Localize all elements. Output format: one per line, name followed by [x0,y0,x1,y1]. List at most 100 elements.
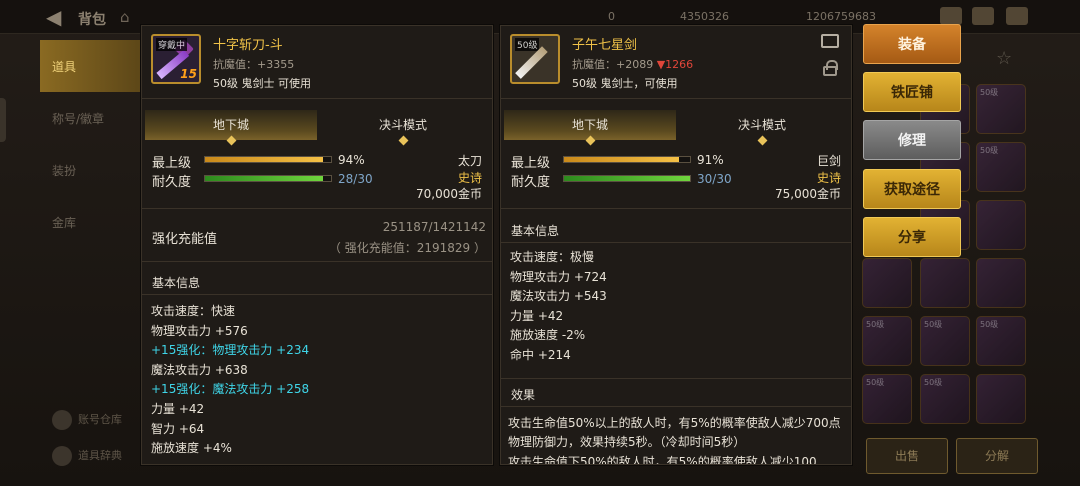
tab-avatar[interactable]: 装扮 [40,144,140,196]
tab-dungeon[interactable]: 地下城 [504,110,676,146]
enhance-value: 251187/1421142 [382,220,486,234]
favorite-star-icon[interactable]: ☆ [996,48,1012,69]
chat-icon[interactable] [1006,7,1028,25]
inventory-slot[interactable]: 50级 [920,374,970,424]
mail-icon[interactable] [940,7,962,25]
requirement-text: 50级 鬼剑士 可使用 [213,77,311,90]
basic-info-title: 基本信息 [511,224,560,238]
effect-text-continued: 攻击生命值下50%的敌人时，有5%的概率使敌人减少100 [508,455,817,465]
item-dictionary-label: 道具辞典 [78,449,122,462]
stats-list: 攻击速度：极慢 物理攻击力 +724 魔法攻击力 +543 力量 +42 施放速… [510,248,607,366]
message-icon[interactable] [972,7,994,25]
item-name: 子午七星剑 [572,38,638,53]
compared-item-panel: 50级 子午七星剑 抗魔值：+2089 ▼1266 50级 鬼剑士，可使用 地下… [500,25,852,465]
grade-percent: 91% [697,153,724,167]
blacksmith-button[interactable]: 铁匠铺 [863,72,961,112]
diamond-icon [585,135,596,146]
inventory-sidebar: 道具 称号/徽章 装扮 金库 账号仓库 道具辞典 [0,34,140,486]
stat-line-enhance: +15强化：物理攻击力 +234 [151,343,310,358]
tab-dungeon-label: 地下城 [571,118,608,132]
share-icon[interactable] [821,34,839,48]
inventory-slot[interactable] [976,258,1026,308]
inventory-slot[interactable]: 50级 [976,84,1026,134]
storage-icon [52,410,72,430]
tab-dungeon[interactable]: 地下城 [145,110,317,146]
stat-line: 力量 +42 [510,308,564,323]
divider [501,242,851,243]
stat-line: 物理攻击力 +576 [151,323,248,338]
resist-label: 抗魔值： [213,58,257,71]
effect-title: 效果 [511,388,536,402]
resist-diff: ▼1266 [656,58,694,71]
item-dictionary-button[interactable]: 道具辞典 [52,446,122,466]
grade-bar-fill [564,157,679,162]
enhance-level-badge: 15 [180,67,197,81]
item-name: 十字斩刀-斗 [213,38,283,53]
inventory-slot[interactable] [862,258,912,308]
greatsword-icon [515,46,548,79]
compared-item-icon[interactable]: 50级 [510,34,560,84]
stat-line: 物理攻击力 +724 [510,269,607,284]
tab-duel-label: 决斗模式 [737,118,786,132]
share-button[interactable]: 分享 [863,217,961,257]
stat-line: 力量 +42 [151,401,205,416]
lock-icon[interactable] [823,60,838,76]
tab-duel-label: 决斗模式 [378,118,427,132]
mode-tabs: 地下城 决斗模式 [145,110,489,146]
stat-line: 魔法攻击力 +543 [510,289,607,304]
dictionary-icon [52,446,72,466]
enhance-sub-value: （ 强化充能值：2191829 ） [328,241,486,255]
inventory-slot[interactable]: 50级 [976,142,1026,192]
inventory-slot[interactable]: 50级 [920,316,970,366]
account-storage-label: 账号仓库 [78,413,122,426]
grade-bar [563,156,691,163]
grade-bar-fill [205,157,324,162]
inventory-slot[interactable]: 50级 [862,316,912,366]
durability-bar-fill [564,176,690,181]
tab-duel[interactable]: 决斗模式 [317,110,489,146]
inventory-slot[interactable]: 50级 [976,316,1026,366]
durability-label: 耐久度 [152,175,192,190]
divider [501,406,851,407]
back-arrow-icon[interactable]: ◀ [46,6,68,28]
divider [501,208,851,209]
grade-label: 最上级 [152,156,192,171]
stat-line: 施放速度 -2% [510,328,586,343]
stat-line: 施放速度 +4% [151,441,232,456]
equipped-item-icon[interactable]: 穿戴中 15 [151,34,201,84]
durability-value: 30/30 [697,172,732,186]
divider [142,261,492,262]
resist-line: 抗魔值：+2089 ▼1266 [572,56,693,72]
equip-button[interactable]: 装备 [863,24,961,64]
obtain-route-button[interactable]: 获取途径 [863,169,961,209]
stats-list: 攻击速度：快速 物理攻击力 +576 +15强化：物理攻击力 +234 魔法攻击… [151,302,309,459]
repair-button[interactable]: 修理 [863,120,961,160]
inventory-slot[interactable] [976,374,1026,424]
home-icon[interactable]: ⌂ [120,8,130,26]
divider [501,98,851,99]
grade-bar [204,156,332,163]
tab-items[interactable]: 道具 [40,40,140,92]
weapon-type: 太刀 [457,154,482,168]
stat-line: 攻击速度：快速 [151,304,236,318]
inventory-slot[interactable] [976,200,1026,250]
divider [501,378,851,379]
sell-button[interactable]: 出售 [866,438,948,474]
enhance-title: 强化充能值 [152,232,218,247]
equipped-item-panel: 穿戴中 15 十字斩刀-斗 抗魔值：+3355 50级 鬼剑士 可使用 地下城 … [141,25,493,465]
decompose-button[interactable]: 分解 [956,438,1038,474]
tab-duel[interactable]: 决斗模式 [676,110,848,146]
requirement-text: 50级 鬼剑士，可使用 [572,77,678,90]
weapon-type: 巨剑 [816,154,841,168]
inventory-slot[interactable]: 50级 [862,374,912,424]
tab-vault[interactable]: 金库 [40,196,140,248]
stat-line: 魔法攻击力 +638 [151,362,248,377]
currency-1-value: 0 [608,10,615,23]
diamond-icon [757,135,768,146]
account-storage-button[interactable]: 账号仓库 [52,410,122,430]
currency-2-value: 4350326 [680,10,729,23]
inventory-slot[interactable] [920,258,970,308]
durability-bar [563,175,691,182]
durability-value: 28/30 [338,172,373,186]
tab-titles[interactable]: 称号/徽章 [40,92,140,144]
